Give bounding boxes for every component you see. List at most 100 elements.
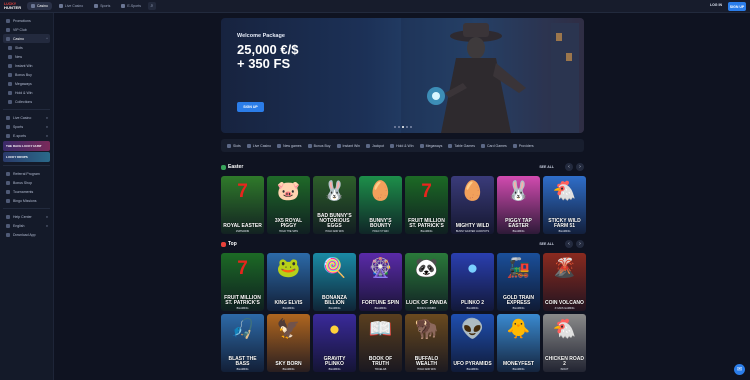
filter-new-games[interactable]: New games (277, 143, 302, 148)
sidebar-item-label: New (15, 54, 23, 59)
tab-sports[interactable]: Sports (90, 2, 114, 10)
carousel-dots[interactable] (394, 126, 412, 128)
carousel-dot[interactable] (398, 126, 400, 128)
game-card[interactable]: 🐔 CHICKEN ROAD 2 INOUT (543, 314, 586, 372)
instant-win-icon (8, 63, 12, 68)
game-card[interactable]: 7 FRUIT MILLION ST. PATRICK'S BGAMING (405, 176, 448, 234)
filter-label: Card Games (486, 143, 507, 148)
sidebar-item-live-casino[interactable]: Live Casino v (3, 113, 50, 122)
chevron-icon: v (46, 115, 48, 120)
tab-label: Casino (37, 4, 48, 8)
bonus-buy-icon (307, 143, 312, 148)
tab-casino[interactable]: Casino (27, 2, 52, 10)
sidebar-item-collections[interactable]: Collections (3, 97, 50, 106)
sidebar-item-promotions[interactable]: Promotions (3, 16, 50, 25)
sidebar-item-vip-club[interactable]: VIP Club (3, 25, 50, 34)
game-card[interactable]: 🍭 BONANZA BILLION BGAMING (313, 253, 356, 311)
filter-live-casino[interactable]: Live Casino (246, 143, 271, 148)
game-card[interactable]: 🐼 LUCK OF PANDA BONUS COMBO (405, 253, 448, 311)
divider (3, 109, 50, 110)
game-card[interactable]: 7 FRUIT MILLION ST. PATRICK'S BGAMING (221, 253, 264, 311)
game-title: CHICKEN ROAD 2 (545, 356, 584, 367)
game-provider: BGAMING (558, 230, 571, 233)
logo[interactable]: LUCKY HUNTER (4, 1, 24, 11)
sidebar-item-slots[interactable]: Slots (3, 43, 50, 52)
game-art-icon: 7 (237, 181, 248, 202)
filter-providers[interactable]: Providers (512, 143, 534, 148)
game-card[interactable]: 🐰 PIGGY TAP EASTER BGAMING (497, 176, 540, 234)
sidebar-item-label: Megaways (15, 81, 32, 86)
game-card[interactable]: 🎣 BLAST THE BASS BGAMING (221, 314, 264, 372)
carousel-dot[interactable] (410, 126, 412, 128)
game-card[interactable]: 🥚 MIGHTY WILD BUNNY EASTER JACKPOTS (451, 176, 494, 234)
game-card[interactable]: 🐷 3X5 ROYAL PIGGY HOLD THE SPIN (267, 176, 310, 234)
sidebar-item-sports[interactable]: Sports v (3, 122, 50, 131)
carousel-dot[interactable] (394, 126, 396, 128)
filter-label: Slots (233, 143, 241, 148)
promo-banner-race[interactable]: THE RACE LUCKY HUNT (3, 141, 50, 151)
prev-arrow-icon[interactable]: ‹ (565, 240, 573, 248)
next-arrow-icon[interactable]: › (576, 240, 584, 248)
filter-megaways[interactable]: Megaways (419, 143, 442, 148)
filter-jackpot[interactable]: Jackpot (366, 143, 384, 148)
sidebar-item-bonus-buy[interactable]: Bonus Buy (3, 70, 50, 79)
sidebar-item-referral-program[interactable]: Referral Program (3, 169, 50, 178)
sidebar-item-casino[interactable]: Casino ^ (3, 34, 50, 43)
sports-icon (94, 4, 99, 8)
game-card[interactable]: 7 ROYAL EASTER 1SPIN4WIN (221, 176, 264, 234)
filter-instant-win[interactable]: Instant Win (336, 143, 360, 148)
filter-card-games[interactable]: Card Games (480, 143, 507, 148)
see-all-link[interactable]: SEE ALL (539, 242, 554, 246)
e-sports-icon (6, 133, 10, 138)
game-card[interactable]: 🌋 COIN VOLCANO 3 OAKS GAMING (543, 253, 586, 311)
filter-bonus-buy[interactable]: Bonus Buy (307, 143, 331, 148)
game-card[interactable]: 🎡 FORTUNE SPIN BGAMING (359, 253, 402, 311)
chat-button[interactable]: ✉ (734, 364, 745, 375)
sidebar-item-hold-win[interactable]: Hold & Win (3, 88, 50, 97)
game-art-icon: 🐔 (552, 319, 577, 340)
game-card[interactable]: 🐥 MONEYFEST BGAMING (497, 314, 540, 372)
carousel-dot[interactable] (406, 126, 408, 128)
game-art-icon: 🐰 (506, 181, 531, 202)
game-card[interactable]: 🚂 GOLD TRAIN EXPRESS BGAMING (497, 253, 540, 311)
hero-signup-button[interactable]: SIGN UP (237, 102, 264, 112)
game-card[interactable]: 🦬 BUFFALO WEALTH HOLD AND WIN (405, 314, 448, 372)
sidebar-item-bonus-shop[interactable]: Bonus Shop (3, 178, 50, 187)
sidebar-item-e-sports[interactable]: E-sports v (3, 131, 50, 140)
sidebar-item-tournaments[interactable]: Tournaments (3, 187, 50, 196)
filter-table-games[interactable]: Table Games (448, 143, 475, 148)
tab-live-casino[interactable]: Live Casino (55, 2, 87, 10)
game-provider: INOUT (560, 368, 569, 371)
signup-button[interactable]: SIGN UP (728, 2, 746, 11)
game-card[interactable]: 📖 BOOK OF TRUTH TRUELAB (359, 314, 402, 372)
see-all-link[interactable]: SEE ALL (539, 165, 554, 169)
sidebar-item-help-center[interactable]: Help Center v (3, 212, 50, 221)
game-card[interactable]: 🥚 BUNNY'S BOUNTY HOLD 'N' WIN (359, 176, 402, 234)
sidebar-item-megaways[interactable]: Megaways (3, 79, 50, 88)
game-card[interactable]: 🐔 STICKY WILD FARM 51 BGAMING (543, 176, 586, 234)
filter-hold-win[interactable]: Hold & Win (390, 143, 414, 148)
game-art-icon: 7 (421, 181, 432, 202)
game-card[interactable]: ● PLINKO 2 BGAMING (451, 253, 494, 311)
sidebar-item-bingo-missions[interactable]: Bingo Missions (3, 196, 50, 205)
sidebar-item-new[interactable]: New (3, 52, 50, 61)
sidebar: Promotions VIP Club Casino ^ Slots New Instant… (0, 13, 54, 380)
carousel-dot-active[interactable] (402, 126, 404, 128)
sidebar-item-instant-win[interactable]: Instant Win (3, 61, 50, 70)
game-card[interactable]: ● GRAVITY PLINKO BGAMING (313, 314, 356, 372)
promo-banner-drops[interactable]: LUCKY DROPS (3, 152, 50, 162)
game-card[interactable]: 👽 UFO PYRAMIDS BGAMING (451, 314, 494, 372)
sidebar-item-download-app[interactable]: Download App (3, 230, 50, 239)
tab-esports[interactable]: E-Sports (117, 2, 145, 10)
prev-arrow-icon[interactable]: ‹ (565, 163, 573, 171)
next-arrow-icon[interactable]: › (576, 163, 584, 171)
sidebar-item-label: Sports (13, 124, 24, 129)
filter-slots[interactable]: Slots (227, 143, 241, 148)
game-card[interactable]: 🐰 BAD BUNNY'S NOTORIOUS EGGS HOLD AND WIN (313, 176, 356, 234)
search-button[interactable]: ⌕ (147, 2, 156, 10)
hero-banner[interactable]: Welcome Package 25,000 €/$ + 350 FS SIGN… (221, 18, 584, 133)
login-button[interactable]: LOG IN (710, 3, 722, 7)
game-card[interactable]: 🦅 SKY BORN BGAMING (267, 314, 310, 372)
sidebar-item-english[interactable]: English v (3, 221, 50, 230)
game-card[interactable]: 🐸 KING ELVIS BGAMING (267, 253, 310, 311)
